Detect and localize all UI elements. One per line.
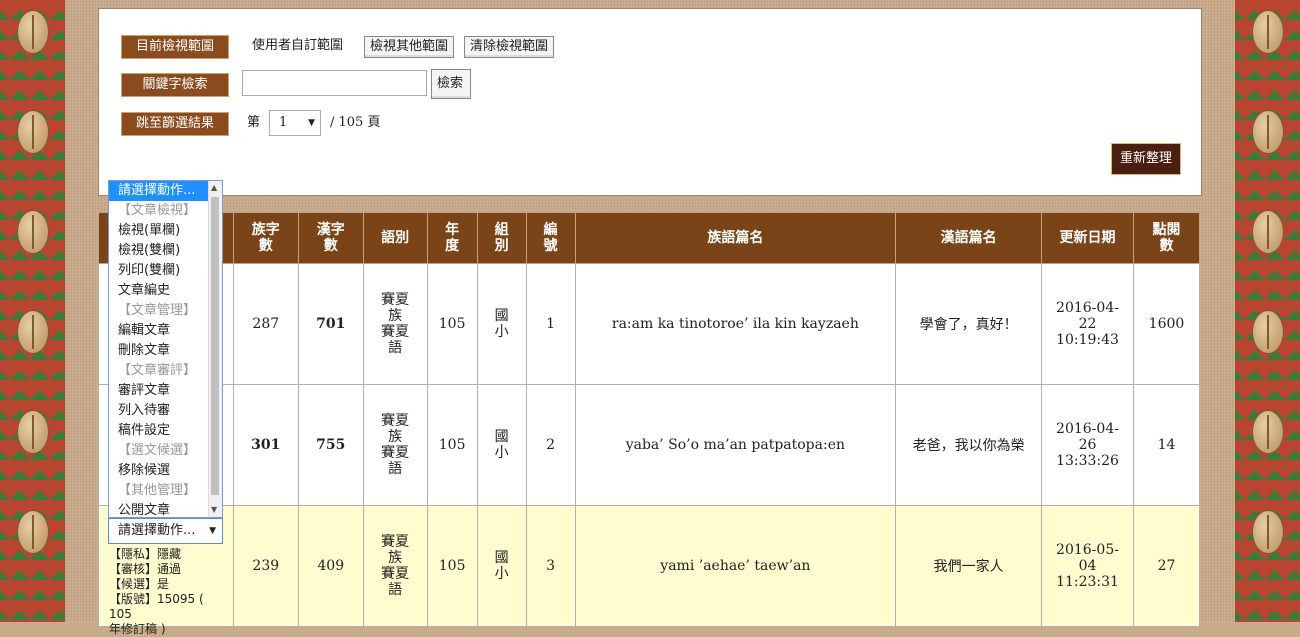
review-status: 【審核】通過 <box>109 562 182 576</box>
zu-count: 239 <box>232 505 299 627</box>
search-button[interactable]: 檢索 <box>431 69 471 99</box>
action-option[interactable]: 列印(雙欄) <box>109 261 222 281</box>
language: 賽夏族賽夏語 <box>362 505 428 627</box>
col-views[interactable]: 點閱數 <box>1132 212 1201 264</box>
group: 國小 <box>476 505 527 627</box>
action-group-header: 【其他管理】 <box>118 483 197 498</box>
han-title[interactable]: 學會了，真好！ <box>895 263 1043 385</box>
reorganize-button[interactable]: 重新整理 <box>1111 143 1181 175</box>
candidate-status: 【候選】是 <box>109 577 170 591</box>
number: 1 <box>525 263 576 385</box>
jump-to-results-label: 跳至篩選結果 <box>121 112 229 136</box>
view-range-value: 使用者自訂範圍 <box>252 38 344 53</box>
action-group-header: 【文章檢視】 <box>118 203 197 218</box>
row-meta-info: 【隱私】隱藏 【審核】通過 【候選】是 【版號】15095 ( 105 年修訂稿… <box>109 547 229 637</box>
left-decorative-border <box>0 0 65 622</box>
view-other-range-button[interactable]: 檢視其他範圍 <box>364 36 455 58</box>
number: 2 <box>525 384 576 506</box>
zu-title[interactable]: yami ’aehae’ taew’an <box>574 505 897 627</box>
scrollbar-thumb[interactable] <box>211 197 219 495</box>
page-prefix: 第 <box>247 115 261 130</box>
views: 14 <box>1132 384 1201 506</box>
zu-count: 301 <box>232 384 299 506</box>
row-action-select[interactable]: 請選擇動作... ▼ <box>108 518 223 544</box>
han-title[interactable]: 老爸，我以你為榮 <box>895 384 1043 506</box>
scroll-down-icon[interactable]: ▼ <box>211 505 217 515</box>
year: 105 <box>426 263 478 385</box>
version-info-cont: 年修訂稿 ) <box>109 622 166 636</box>
views: 1600 <box>1132 263 1201 385</box>
table-header-row: 族字數 漢字數 語別 年度 組別 編號 族語篇名 漢語篇名 更新日期 點閱數 <box>98 212 1201 264</box>
keyword-input[interactable] <box>242 70 427 96</box>
action-option[interactable]: 移除候選 <box>109 461 222 481</box>
action-option[interactable]: 文章編史 <box>109 281 222 301</box>
table-row: 239 409 賽夏族賽夏語 105 國小 3 yami ’aehae’ tae… <box>98 505 1201 627</box>
action-option[interactable]: 檢視(雙欄) <box>109 241 222 261</box>
table-row: 301 755 賽夏族賽夏語 105 國小 2 yaba’ So’o ma’an… <box>98 384 1201 506</box>
view-range-label: 目前檢視範圍 <box>121 35 229 59</box>
update-date: 2016-04- 26 13:33:26 <box>1041 384 1134 506</box>
col-group[interactable]: 組別 <box>476 212 527 264</box>
zu-count: 287 <box>232 263 299 385</box>
update-date: 2016-05- 04 11:23:31 <box>1041 505 1134 627</box>
articles-table: 族字數 漢字數 語別 年度 組別 編號 族語篇名 漢語篇名 更新日期 點閱數 2… <box>98 212 1201 627</box>
page-select[interactable]: 1 ▼ <box>269 110 321 136</box>
action-option[interactable]: 編輯文章 <box>109 321 222 341</box>
year: 105 <box>426 505 478 627</box>
chevron-down-icon: ▼ <box>308 118 315 128</box>
col-language[interactable]: 語別 <box>362 212 428 264</box>
group: 國小 <box>476 263 527 385</box>
col-han-title[interactable]: 漢語篇名 <box>895 212 1043 264</box>
row-action-select-value: 請選擇動作... <box>118 523 196 538</box>
scroll-up-icon[interactable]: ▲ <box>211 183 217 193</box>
page-select-value: 1 <box>279 115 288 130</box>
language: 賽夏族賽夏語 <box>362 263 428 385</box>
version-info: 【版號】15095 ( 105 <box>109 592 204 621</box>
table-row: 287 701 賽夏族賽夏語 105 國小 1 ra:am ka tinotor… <box>98 263 1201 385</box>
filter-panel: 目前檢視範圍 使用者自訂範圍 檢視其他範圍 清除檢視範圍 關鍵字檢索 檢索 跳至… <box>98 8 1202 196</box>
col-zu-count[interactable]: 族字數 <box>232 212 299 264</box>
group: 國小 <box>476 384 527 506</box>
han-count: 701 <box>297 263 364 385</box>
han-title[interactable]: 我們一家人 <box>895 505 1043 627</box>
action-dropdown-list[interactable]: 請選擇動作... 【文章檢視】 檢視(單欄) 檢視(雙欄) 列印(雙欄) 文章編… <box>108 180 223 518</box>
han-count: 409 <box>297 505 364 627</box>
action-option[interactable]: 列入待審 <box>109 401 222 421</box>
zu-title[interactable]: yaba’ So’o ma’an patpatopa:en <box>574 384 897 506</box>
col-number[interactable]: 編號 <box>525 212 576 264</box>
col-han-count[interactable]: 漢字數 <box>297 212 364 264</box>
han-count: 755 <box>297 384 364 506</box>
page-suffix: / 105 頁 <box>330 115 381 130</box>
clear-range-button[interactable]: 清除檢視範圍 <box>464 36 555 58</box>
col-year[interactable]: 年度 <box>426 212 478 264</box>
language: 賽夏族賽夏語 <box>362 384 428 506</box>
action-option[interactable]: 刪除文章 <box>109 341 222 361</box>
chevron-down-icon: ▼ <box>209 526 216 536</box>
number: 3 <box>525 505 576 627</box>
year: 105 <box>426 384 478 506</box>
action-option[interactable]: 檢視(單欄) <box>109 221 222 241</box>
action-option[interactable]: 請選擇動作... <box>109 181 222 201</box>
action-group-header: 【文章審評】 <box>118 363 197 378</box>
action-option[interactable]: 審評文章 <box>109 381 222 401</box>
action-option[interactable]: 稿件設定 <box>109 421 222 441</box>
update-date: 2016-04- 22 10:19:43 <box>1041 263 1134 385</box>
dropdown-scrollbar[interactable]: ▲ ▼ <box>208 181 222 517</box>
col-zu-title[interactable]: 族語篇名 <box>574 212 897 264</box>
right-decorative-border <box>1235 0 1300 622</box>
views: 27 <box>1132 505 1201 627</box>
zu-title[interactable]: ra:am ka tinotoroe’ ila kin kayzaeh <box>574 263 897 385</box>
col-update-date[interactable]: 更新日期 <box>1041 212 1134 264</box>
action-group-header: 【選文候選】 <box>118 443 197 458</box>
keyword-search-label: 關鍵字檢索 <box>121 73 229 97</box>
action-option[interactable]: 公開文章 <box>109 501 222 517</box>
privacy-status: 【隱私】隱藏 <box>109 547 182 561</box>
action-group-header: 【文章管理】 <box>118 303 197 318</box>
